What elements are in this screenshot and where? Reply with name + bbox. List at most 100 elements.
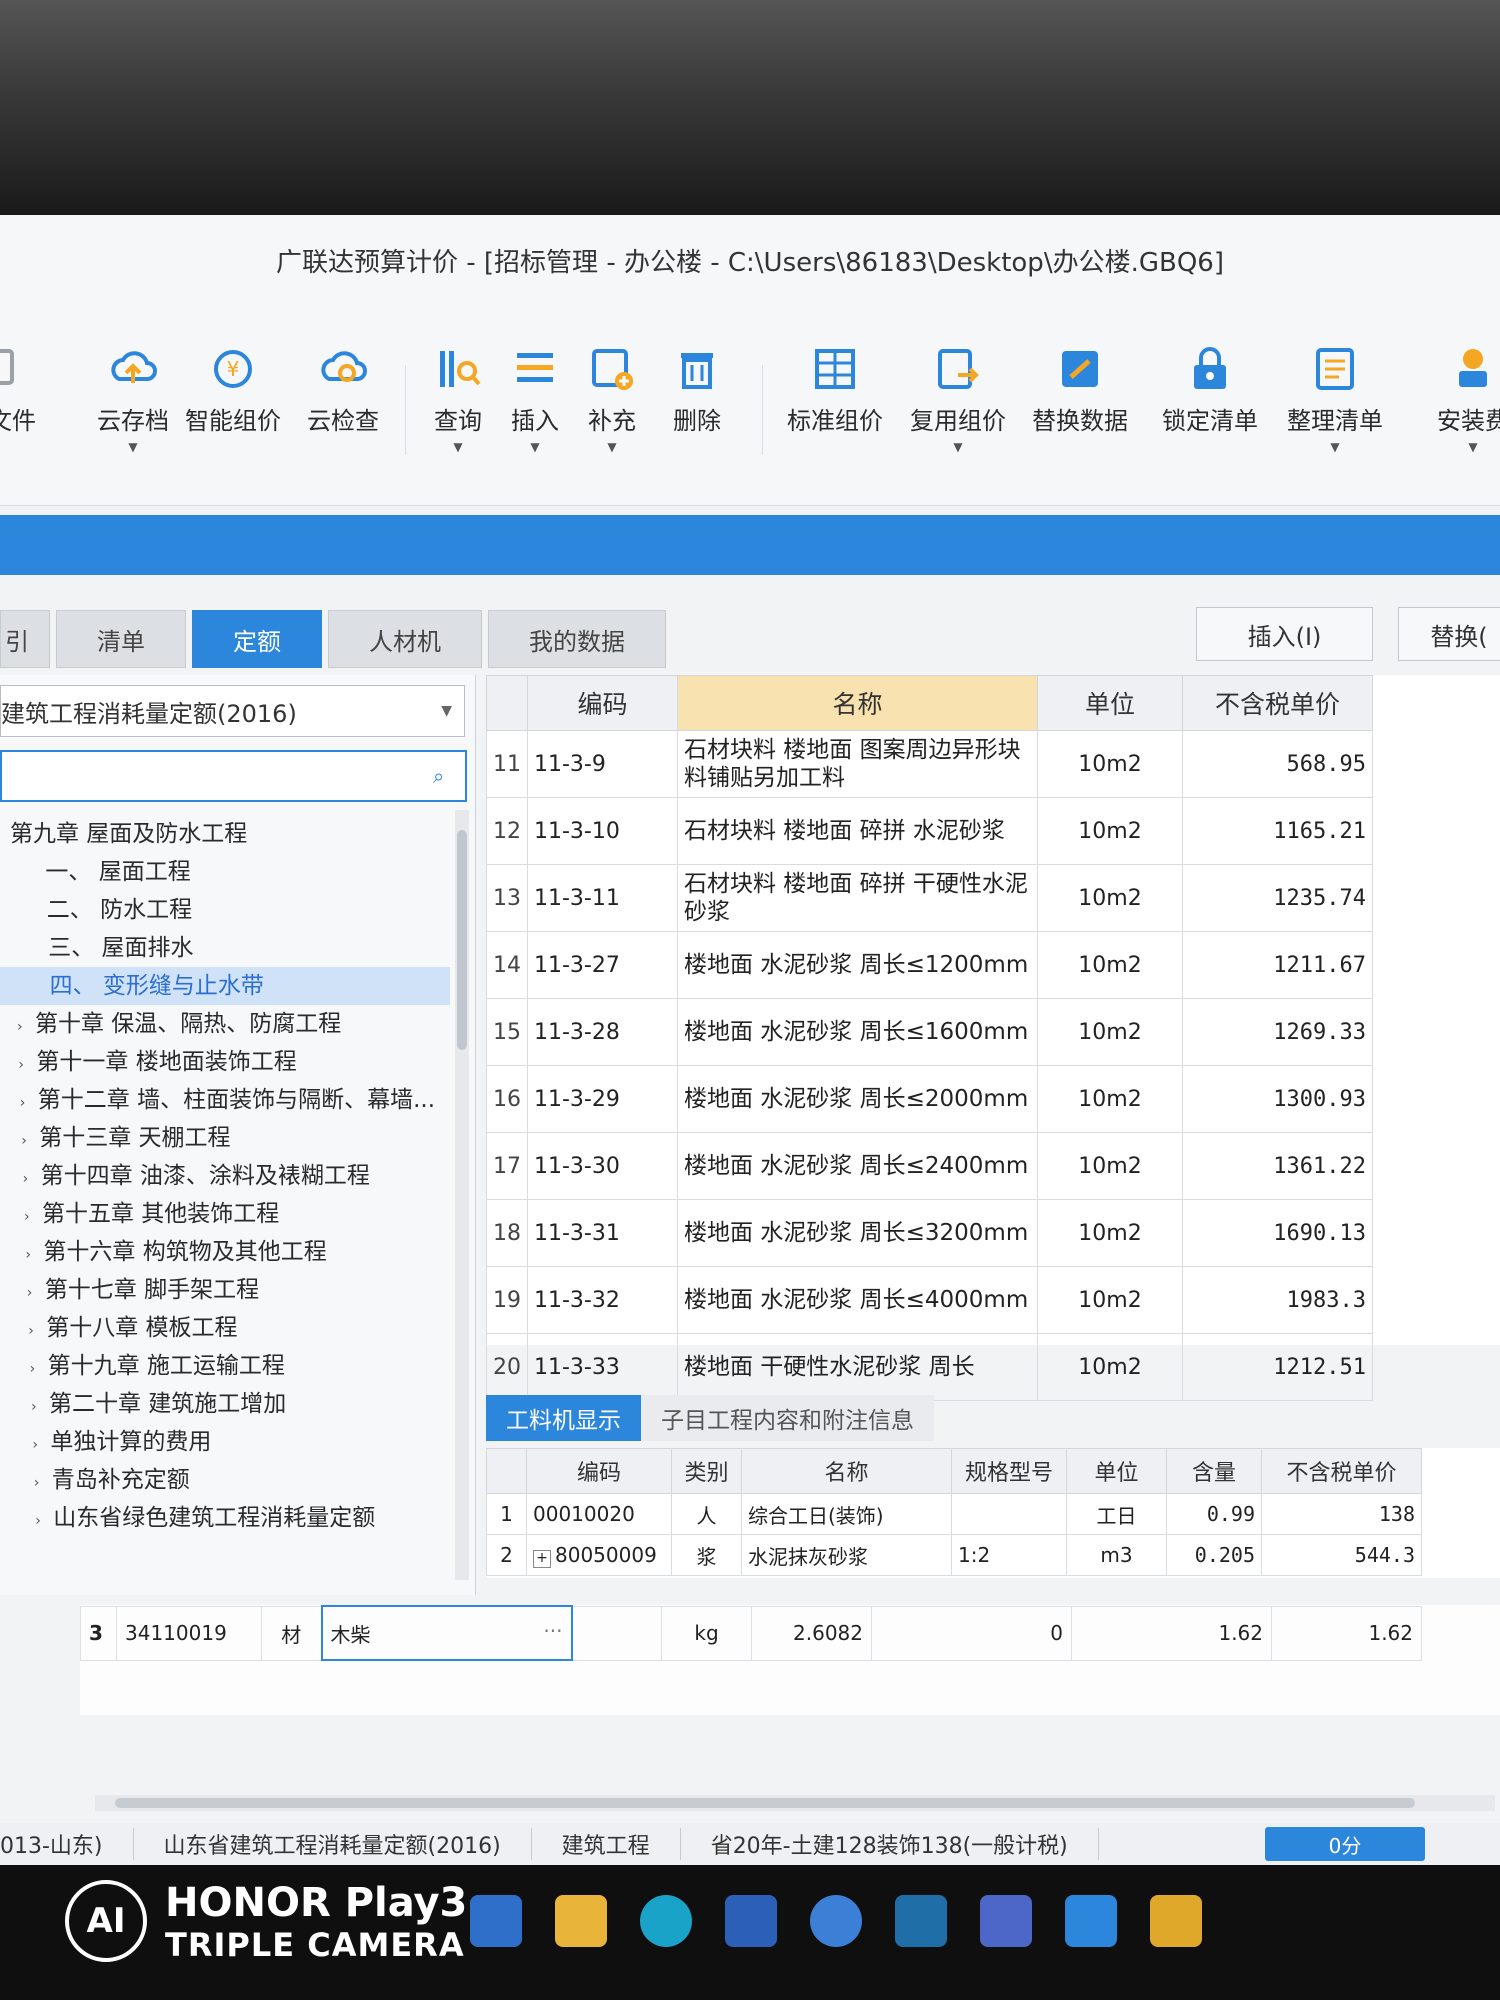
chevron-right-icon[interactable]: › [35, 1502, 53, 1537]
cell-name[interactable]: 水泥抹灰砂浆 [741, 1534, 952, 1576]
table-row[interactable]: 15 11-3-28 楼地面 水泥砂浆 周长≤1600mm 10m2 1269.33 [486, 998, 1373, 1066]
cell-unit[interactable]: 工日 [1066, 1493, 1167, 1535]
toolbar-button-standard-pricing[interactable]: 标准组价 [780, 343, 890, 436]
cell-price[interactable]: 1235.74 [1182, 864, 1373, 932]
more-icon[interactable]: ··· [543, 1619, 562, 1643]
cell-value-1[interactable]: 0 [871, 1605, 1072, 1661]
tree-item[interactable]: › 青岛补充定额 [0, 1461, 450, 1499]
cell-name[interactable]: 楼地面 水泥砂浆 周长≤4000mm [677, 1266, 1038, 1334]
cell-code[interactable]: 11-3-33 [527, 1333, 678, 1401]
cell-price[interactable]: 1269.33 [1182, 998, 1373, 1066]
col-header-name[interactable]: 名称 [741, 1448, 952, 1494]
cell-price[interactable]: 1165.21 [1182, 797, 1373, 865]
cell-unit[interactable]: 10m2 [1037, 998, 1183, 1066]
toolbar-button-cloud-check[interactable]: 云检查 [288, 343, 398, 436]
app-icon[interactable] [1150, 1895, 1202, 1947]
chevron-right-icon[interactable]: › [23, 1160, 41, 1195]
cell-unit[interactable]: 10m2 [1037, 730, 1183, 798]
cell-code[interactable]: +80050009 [526, 1534, 672, 1576]
app-icon[interactable] [810, 1895, 862, 1947]
cell-unit[interactable]: m3 [1066, 1534, 1167, 1576]
toolbar-button-cloud-save[interactable]: 云存档 ▼ [78, 343, 188, 454]
toolbar-button-lock-list[interactable]: 锁定清单 [1155, 343, 1265, 436]
cell-code[interactable]: 11-3-30 [527, 1132, 678, 1200]
table-row[interactable]: 18 11-3-31 楼地面 水泥砂浆 周长≤3200mm 10m2 1690.13 [486, 1199, 1373, 1267]
cell-type[interactable]: 材 [261, 1605, 322, 1661]
cell-unit[interactable]: 10m2 [1037, 1065, 1183, 1133]
toolbar-button-delete[interactable]: 删除 [642, 343, 752, 436]
task-view-icon[interactable] [470, 1895, 522, 1947]
cell-code[interactable]: 00010020 [526, 1493, 672, 1535]
table-row[interactable]: 20 11-3-33 楼地面 干硬性水泥砂浆 周长 10m2 1212.51 [486, 1333, 1373, 1401]
table-row[interactable]: 3 34110019 材 木柴 ··· kg 2.6082 0 1.62 1.62 [80, 1605, 1422, 1661]
col-header-spec[interactable]: 规格型号 [951, 1448, 1067, 1494]
scrollbar-thumb[interactable] [115, 1798, 1415, 1808]
col-header-type[interactable]: 类别 [671, 1448, 742, 1494]
cell-unit[interactable]: 10m2 [1037, 1266, 1183, 1334]
cell-type[interactable]: 人 [671, 1493, 742, 1535]
tree-item[interactable]: 一、 屋面工程 [0, 853, 450, 891]
tab-labor-material-machine[interactable]: 人材机 [328, 610, 482, 668]
cell-name[interactable]: 楼地面 水泥砂浆 周长≤3200mm [677, 1199, 1038, 1267]
table-row[interactable]: 1 00010020 人综合工日(装饰) 工日 0.99 138 [486, 1493, 1422, 1535]
expand-icon[interactable]: + [533, 1549, 551, 1568]
cell-price[interactable]: 1690.13 [1182, 1199, 1373, 1267]
table-row[interactable]: 17 11-3-30 楼地面 水泥砂浆 周长≤2400mm 10m2 1361.22 [486, 1132, 1373, 1200]
tree-item[interactable]: › 第十七章 脚手架工程 [0, 1271, 450, 1309]
col-header-name[interactable]: 名称 [677, 675, 1038, 731]
cell-code[interactable]: 11-3-10 [527, 797, 678, 865]
cell-name-editor[interactable]: 木柴 ··· [320, 1605, 573, 1661]
table-row[interactable]: 14 11-3-27 楼地面 水泥砂浆 周长≤1200mm 10m2 1211.67 [486, 931, 1373, 999]
tree-item[interactable]: › 山东省绿色建筑工程消耗量定额 [0, 1499, 450, 1537]
chevron-right-icon[interactable]: › [21, 1122, 39, 1157]
cell-name[interactable]: 楼地面 水泥砂浆 周长≤1200mm [677, 931, 1038, 999]
cell-unit[interactable]: kg [661, 1605, 752, 1661]
chevron-right-icon[interactable]: › [27, 1274, 45, 1309]
cell-code[interactable]: 11-3-31 [527, 1199, 678, 1267]
insert-button[interactable]: 插入(I) [1196, 607, 1373, 661]
tree-scrollbar[interactable] [455, 810, 469, 1580]
toolbar-button-smart-pricing[interactable]: ¥ 智能组价 [178, 343, 288, 436]
tree-item[interactable]: › 第十三章 天棚工程 [0, 1119, 450, 1157]
col-header-unit[interactable]: 单位 [1066, 1448, 1167, 1494]
tab-quota[interactable]: 定额 [192, 610, 322, 668]
col-header-price[interactable]: 不含税单价 [1261, 1448, 1422, 1494]
cell-spec[interactable]: 1:2 [951, 1534, 1067, 1576]
toolbar-button-organize-list[interactable]: 整理清单 ▼ [1280, 343, 1390, 454]
table-row[interactable]: 13 11-3-11 石材块料 楼地面 碎拼 干硬性水泥砂浆 10m2 1235.74 [486, 864, 1373, 932]
cell-spec[interactable] [951, 1493, 1067, 1535]
cell-code[interactable]: 11-3-28 [527, 998, 678, 1066]
cell-price[interactable]: 138 [1261, 1493, 1422, 1535]
app-icon[interactable] [895, 1895, 947, 1947]
cell-spec[interactable] [571, 1605, 662, 1661]
cell-code[interactable]: 11-3-27 [527, 931, 678, 999]
col-header-code[interactable]: 编码 [527, 675, 678, 731]
cell-name[interactable]: 楼地面 水泥砂浆 周长≤2000mm [677, 1065, 1038, 1133]
tree-item[interactable]: › 单独计算的费用 [0, 1423, 450, 1461]
cell-name[interactable]: 石材块料 楼地面 图案周边异形块料铺贴另加工料 [677, 730, 1038, 798]
tree-item[interactable]: 第九章 屋面及防水工程 [0, 815, 450, 853]
scrollbar-thumb[interactable] [457, 830, 467, 1050]
cell-code[interactable]: 34110019 [116, 1605, 262, 1661]
cell-qty[interactable]: 2.6082 [751, 1605, 872, 1661]
edge-browser-icon[interactable] [640, 1895, 692, 1947]
chevron-right-icon[interactable]: › [17, 1008, 35, 1043]
cell-name[interactable]: 楼地面 水泥砂浆 周长≤1600mm [677, 998, 1038, 1066]
col-header-unit[interactable]: 单位 [1037, 675, 1183, 731]
cell-code[interactable]: 11-3-29 [527, 1065, 678, 1133]
tab-index[interactable]: 引 [0, 610, 50, 668]
file-explorer-icon[interactable] [555, 1895, 607, 1947]
tab-list[interactable]: 清单 [56, 610, 186, 668]
cell-unit[interactable]: 10m2 [1037, 864, 1183, 932]
cell-code[interactable]: 11-3-9 [527, 730, 678, 798]
tree-item[interactable]: › 第十八章 模板工程 [0, 1309, 450, 1347]
cell-unit[interactable]: 10m2 [1037, 1333, 1183, 1401]
cell-code[interactable]: 11-3-11 [527, 864, 678, 932]
chevron-right-icon[interactable]: › [20, 1084, 38, 1119]
cell-qty[interactable]: 0.99 [1166, 1493, 1262, 1535]
cell-code[interactable]: 11-3-32 [527, 1266, 678, 1334]
cell-price[interactable]: 1212.51 [1182, 1333, 1373, 1401]
app-icon[interactable] [980, 1895, 1032, 1947]
cell-price[interactable]: 544.3 [1261, 1534, 1422, 1576]
cell-name[interactable]: 综合工日(装饰) [741, 1493, 952, 1535]
